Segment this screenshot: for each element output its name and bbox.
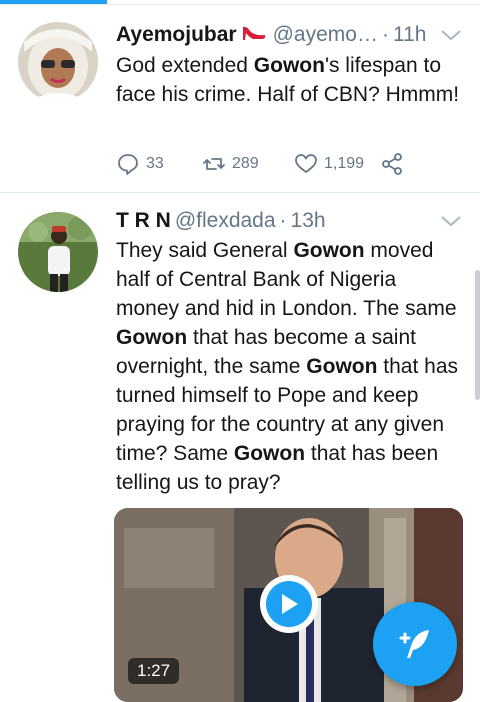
compose-tweet-icon — [399, 630, 429, 658]
tweet-text: God extended Gowon's lifespan to face hi… — [116, 54, 460, 106]
heart-icon — [295, 154, 317, 173]
retweet-button[interactable]: 289 — [202, 152, 294, 176]
highlighted-keyword: Gowon — [116, 326, 188, 349]
retweet-icon — [203, 158, 225, 170]
reply-count: 33 — [146, 155, 164, 172]
tweet-actions: 33 289 1,199 — [116, 150, 436, 178]
high-heel-emoji-icon — [242, 26, 265, 40]
reply-button[interactable]: 33 — [116, 152, 202, 176]
tweet-text: They said General Gowon moved half of Ce… — [116, 239, 458, 494]
chevron-down-icon[interactable] — [440, 214, 462, 228]
tweet-header: Ayemojubar @ayemo… · 11h — [116, 20, 460, 50]
display-name[interactable]: T R N — [116, 206, 171, 236]
play-icon — [282, 594, 298, 614]
timestamp[interactable]: 13h — [291, 206, 326, 236]
avatar[interactable] — [18, 212, 98, 292]
highlighted-keyword: Gowon — [233, 442, 306, 465]
reply-icon — [118, 154, 138, 175]
user-handle[interactable]: @flexdada — [175, 206, 276, 236]
share-icon — [382, 153, 402, 175]
video-duration: 1:27 — [128, 658, 180, 684]
tweet-header: T R N @flexdada · 13h — [116, 206, 460, 236]
highlighted-keyword: Gowon — [306, 355, 378, 378]
separator-dot: · — [381, 23, 389, 46]
timestamp[interactable]: 11h — [393, 20, 426, 50]
play-button[interactable] — [260, 575, 318, 633]
display-name[interactable]: Ayemojubar — [116, 20, 237, 50]
chevron-down-icon[interactable] — [440, 28, 462, 42]
like-count: 1,199 — [324, 155, 365, 172]
user-handle[interactable]: @ayemo… — [273, 20, 378, 50]
tweet-ayemojubar[interactable]: Ayemojubar @ayemo… · 11h God extended Go… — [0, 8, 480, 193]
retweet-count: 289 — [232, 155, 259, 172]
separator-dot: · — [279, 209, 287, 232]
share-button[interactable] — [380, 152, 410, 176]
highlighted-keyword: Gowon — [293, 239, 365, 262]
avatar[interactable] — [18, 22, 98, 102]
highlighted-keyword: Gowon — [253, 54, 325, 77]
compose-tweet-button[interactable] — [373, 602, 457, 686]
like-button[interactable]: 1,199 — [294, 152, 380, 176]
scrollbar[interactable] — [475, 270, 480, 400]
top-divider — [0, 4, 480, 5]
